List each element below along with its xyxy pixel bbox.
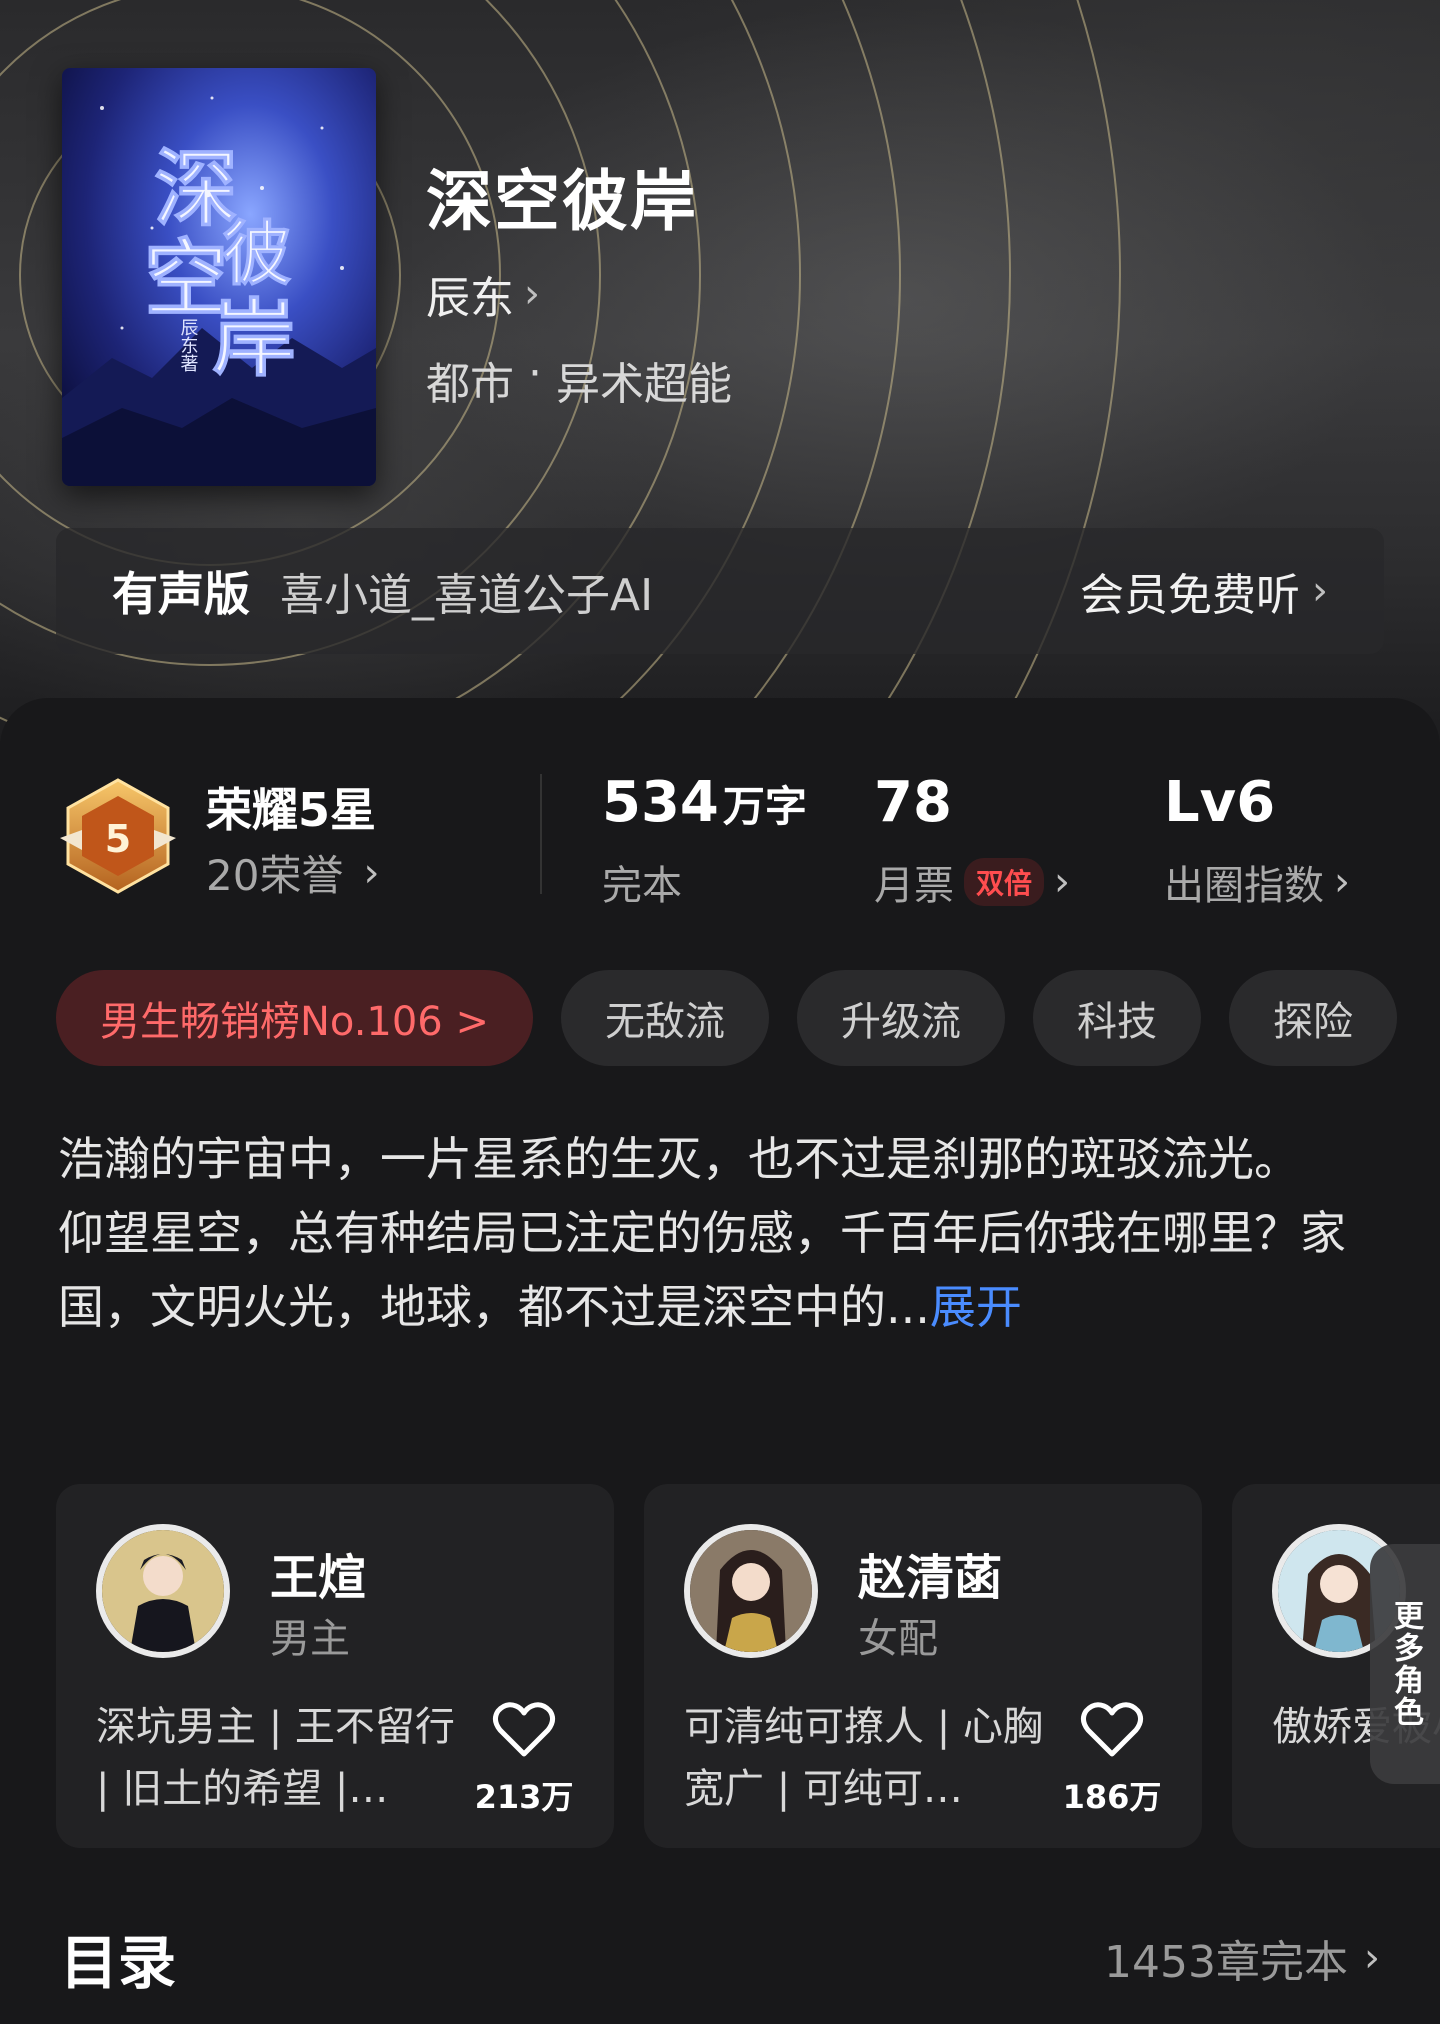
popularity-level-value: Lv6 bbox=[1164, 770, 1276, 835]
popularity-index-label: 出圈指数 bbox=[1164, 863, 1324, 909]
tag-item[interactable]: 无敌流 bbox=[560, 970, 769, 1066]
author-link[interactable]: 辰东 › bbox=[426, 262, 540, 326]
toc-title: 目录 bbox=[60, 1929, 177, 1997]
book-header: 深 空 彼 岸 辰东著 深空彼岸 辰东 › 都市 · 异术超能 有声版 喜小道_… bbox=[0, 0, 1440, 760]
tag-list: 男生畅销榜No.106 > 无敌流 升级流 科技 探险 bbox=[56, 970, 1397, 1066]
book-title: 深空彼岸 bbox=[426, 162, 698, 240]
character-like-count: 186万 bbox=[1062, 1778, 1162, 1816]
tag-item[interactable]: 探险 bbox=[1228, 970, 1397, 1066]
svg-text:辰东著: 辰东著 bbox=[178, 318, 199, 372]
completion-status: 完本 bbox=[602, 863, 682, 909]
honor-badge-number: 5 bbox=[105, 817, 131, 861]
character-avatar bbox=[684, 1524, 818, 1658]
character-role-type: 男主 bbox=[270, 1616, 350, 1662]
character-card[interactable]: 赵清菡 女配 可清纯可撩人 | 心胸宽广 | 可纯可… 186万 bbox=[644, 1484, 1202, 1848]
character-carousel: 王煊 男主 深坑男主 | 王不留行 | 旧土的希望 |… 213万 赵清菡 女配… bbox=[56, 1484, 1440, 1854]
honor-points-link[interactable]: 20荣誉 › bbox=[206, 842, 379, 903]
heart-icon bbox=[1080, 1702, 1144, 1757]
audio-label: 有声版 bbox=[112, 567, 250, 621]
chevron-right-icon: › bbox=[1054, 859, 1071, 905]
tag-item[interactable]: 升级流 bbox=[796, 970, 1005, 1066]
table-of-contents-row[interactable]: 目录 1453章完本 › bbox=[60, 1916, 1380, 2000]
monthly-votes-label: 月票 bbox=[874, 863, 954, 909]
svg-text:彼: 彼 bbox=[222, 212, 292, 295]
double-votes-badge: 双倍 bbox=[964, 858, 1045, 906]
heart-icon bbox=[492, 1702, 556, 1757]
word-count-value: 534 bbox=[602, 770, 719, 835]
character-avatar bbox=[96, 1524, 230, 1658]
stats-divider bbox=[540, 774, 542, 894]
tag-item[interactable]: 科技 bbox=[1032, 970, 1201, 1066]
synopsis-paragraph: 仰望星空，总有种结局已注定的伤感，千百年后你我在哪里？家国，文明火光，地球，都不… bbox=[58, 1206, 1346, 1334]
character-like-button[interactable]: 213万 bbox=[474, 1700, 574, 1818]
character-name: 王煊 bbox=[270, 1550, 367, 1606]
chevron-right-icon: › bbox=[524, 271, 540, 317]
book-detail-panel: 5 荣耀5星 20荣誉 › 534 万字 完本 78 月票 双倍 › Lv6 出… bbox=[0, 698, 1440, 2024]
popularity-index-stat[interactable]: Lv6 出圈指数 › bbox=[1164, 770, 1350, 911]
chevron-right-icon: › bbox=[1334, 859, 1350, 905]
chapter-count: 1453章完本 bbox=[1104, 1937, 1348, 1988]
character-role-type: 女配 bbox=[858, 1616, 938, 1662]
monthly-votes-value: 78 bbox=[874, 770, 952, 835]
synopsis-paragraph: 浩瀚的宇宙中，一片星系的生灭，也不过是刹那的斑驳流光。 bbox=[58, 1132, 1300, 1186]
genre-main[interactable]: 都市 bbox=[426, 348, 514, 412]
audio-narrator: 喜小道_喜道公子AI bbox=[280, 570, 654, 621]
more-characters-button[interactable]: 更多角色 bbox=[1370, 1544, 1440, 1784]
svg-text:岸: 岸 bbox=[212, 289, 296, 388]
character-description: 深坑男主 | 王不留行 | 旧土的希望 |… bbox=[96, 1704, 455, 1812]
ranking-tag[interactable]: 男生畅销榜No.106 > bbox=[56, 970, 533, 1066]
word-count-stat: 534 万字 完本 bbox=[602, 770, 807, 911]
character-name: 赵清菡 bbox=[858, 1550, 1003, 1606]
monthly-votes-stat[interactable]: 78 月票 双倍 › bbox=[874, 770, 1070, 911]
chevron-right-icon: › bbox=[1364, 1935, 1380, 1981]
author-name: 辰东 bbox=[426, 273, 514, 324]
book-synopsis: 浩瀚的宇宙中，一片星系的生灭，也不过是刹那的斑驳流光。 仰望星空，总有种结局已注… bbox=[58, 1122, 1388, 1344]
character-like-count: 213万 bbox=[474, 1778, 574, 1816]
honor-badge-icon[interactable]: 5 bbox=[58, 774, 178, 898]
honor-points: 20荣誉 bbox=[206, 851, 344, 900]
word-count-unit: 万字 bbox=[722, 782, 807, 831]
character-card[interactable]: 王煊 男主 深坑男主 | 王不留行 | 旧土的希望 |… 213万 bbox=[56, 1484, 614, 1848]
chevron-right-icon: › bbox=[1312, 568, 1328, 614]
chevron-right-icon: › bbox=[363, 849, 380, 896]
character-description: 可清纯可撩人 | 心胸宽广 | 可纯可… bbox=[684, 1704, 1043, 1812]
genre-separator: · bbox=[528, 348, 542, 399]
listen-free-button[interactable]: 会员免费听 › bbox=[1080, 559, 1328, 623]
listen-free-label: 会员免费听 bbox=[1080, 570, 1300, 621]
expand-synopsis-link[interactable]: 展开 bbox=[930, 1280, 1022, 1334]
character-like-button[interactable]: 186万 bbox=[1062, 1700, 1162, 1818]
audiobook-bar[interactable]: 有声版 喜小道_喜道公子AI 会员免费听 › bbox=[56, 528, 1384, 654]
book-cover[interactable]: 深 空 彼 岸 辰东著 bbox=[62, 68, 376, 486]
honor-title: 荣耀5星 bbox=[206, 783, 377, 837]
genre-sub[interactable]: 异术超能 bbox=[556, 348, 732, 412]
genre-row: 都市 · 异术超能 bbox=[426, 348, 732, 412]
